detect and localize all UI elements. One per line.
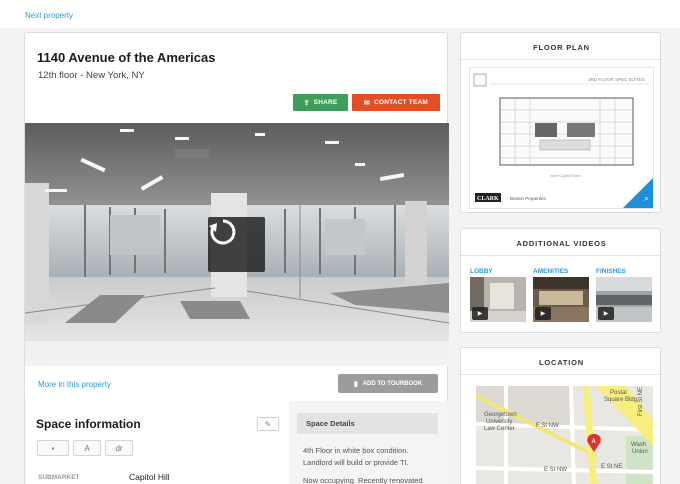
floor-plan-image[interactable]: 3RD FLOOR SPEC SUITES North Capitol Stre…: [469, 67, 654, 209]
location-map[interactable]: Postal Square Bldg First St NE Georgetow…: [476, 386, 653, 484]
share-button[interactable]: ⇪ SHARE: [293, 94, 348, 111]
submarket-value: Capitol Hill: [129, 472, 170, 482]
map-label-georgetown-2: University: [486, 419, 512, 425]
floor-plan-footer: North Capitol Street: [550, 174, 581, 178]
tourbook-icon: ▮: [353, 380, 358, 388]
space-details-title: Space Details: [297, 413, 438, 434]
share-icon: ⇪: [303, 99, 310, 107]
details-paragraph-2: Now occupying. Recently renovated: [303, 476, 423, 484]
floor-plan-card: FLOOR PLAN 3RD FLOOR SPEC SUITES North C…: [460, 32, 662, 213]
zoom-icon[interactable]: ⌕: [644, 193, 649, 204]
video-lobby[interactable]: LOBBY ▶: [470, 268, 526, 322]
next-property-link[interactable]: Next property: [25, 11, 73, 20]
video-label: AMENITIES: [533, 268, 569, 275]
map-label-e-st: E St NW: [544, 467, 567, 473]
space-section: Space information ✎ ▪ A dr SUBMARKET Cap…: [25, 401, 449, 484]
add-to-tourbook-button[interactable]: ▮ ADD TO TOURBOOK: [338, 374, 438, 393]
class-tag: A: [73, 440, 101, 456]
share-label: SHARE: [313, 99, 338, 106]
property-title: 1140 Avenue of the Americas: [37, 50, 216, 65]
map-label-georgetown-1: Georgetown: [484, 412, 517, 418]
video-label: LOBBY: [470, 268, 493, 275]
top-bar: Next property: [0, 0, 680, 28]
location-title: LOCATION: [538, 358, 584, 367]
location-card: LOCATION Postal Square Bldg First St NE …: [460, 347, 662, 484]
pencil-icon: ✎: [264, 419, 272, 429]
divider: [461, 59, 662, 60]
tourbook-label: ADD TO TOURBOOK: [362, 380, 423, 387]
briefcase-icon: ▪: [51, 443, 55, 453]
space-information-title: Space information: [36, 417, 141, 431]
map-label-f-st: F St NW: [536, 423, 559, 429]
map-label-wash: Wash: [631, 442, 646, 448]
map-canvas: Postal Square Bldg First St NE Georgetow…: [476, 386, 653, 484]
space-details-text: 4th Floor in white box condition. Landlo…: [297, 434, 438, 484]
clark-logo: CLARK: [477, 196, 499, 202]
space-details-panel: Space Details 4th Floor in white box con…: [297, 413, 438, 484]
video-thumbnail[interactable]: ▶: [470, 277, 526, 322]
rotate-360-button[interactable]: [208, 217, 265, 272]
play-icon[interactable]: ▶: [598, 307, 614, 320]
play-icon[interactable]: ▶: [472, 307, 488, 320]
boston-properties-logo: Boston Properties: [510, 196, 547, 201]
video-thumbnail[interactable]: ▶: [533, 277, 589, 322]
mail-icon: ✉: [364, 99, 371, 107]
map-label-e-st-ne: E St NE: [601, 464, 622, 470]
additional-videos-title: ADDITIONAL VIDEOS: [516, 239, 607, 248]
edit-button[interactable]: ✎: [257, 417, 279, 431]
divider: [461, 255, 662, 256]
rotate-icon: [209, 219, 236, 245]
type-tag: dr: [105, 440, 133, 456]
map-label-first-st: First St NE: [638, 387, 644, 416]
play-icon[interactable]: ▶: [535, 307, 551, 320]
more-in-property-link[interactable]: More in this property: [38, 380, 111, 389]
video-label: FINISHES: [596, 268, 626, 275]
space-information-panel: Space information ✎ ▪ A dr SUBMARKET Cap…: [26, 401, 289, 484]
video-thumbnail[interactable]: ▶: [596, 277, 652, 322]
map-label-postal: Postal: [610, 390, 627, 396]
floor-plan-title: FLOOR PLAN: [533, 43, 590, 52]
map-label-square: Square Bldg: [604, 397, 637, 403]
details-paragraph-1: 4th Floor in white box condition. Landlo…: [303, 446, 409, 467]
video-amenities[interactable]: AMENITIES ▶: [533, 268, 589, 322]
contact-team-button[interactable]: ✉ CONTACT TEAM: [352, 94, 440, 111]
svg-text:A: A: [592, 439, 597, 445]
map-label-union: Union: [632, 449, 648, 455]
video-finishes[interactable]: FINISHES ▶: [596, 268, 652, 322]
map-label-georgetown-3: Law Center: [484, 426, 515, 432]
submarket-label: SUBMARKET: [38, 474, 80, 481]
additional-videos-card: ADDITIONAL VIDEOS LOBBY ▶ AMENITIES ▶ FI…: [460, 228, 662, 333]
contact-label: CONTACT TEAM: [374, 99, 428, 106]
property-card: 1140 Avenue of the Americas 12th floor -…: [24, 32, 449, 484]
briefcase-tag: ▪: [37, 440, 69, 456]
divider: [461, 374, 662, 375]
virtual-tour-viewer[interactable]: [25, 123, 449, 366]
floor-plan-header: 3RD FLOOR SPEC SUITES: [588, 77, 645, 82]
property-subtitle: 12th floor - New York, NY: [38, 70, 145, 81]
